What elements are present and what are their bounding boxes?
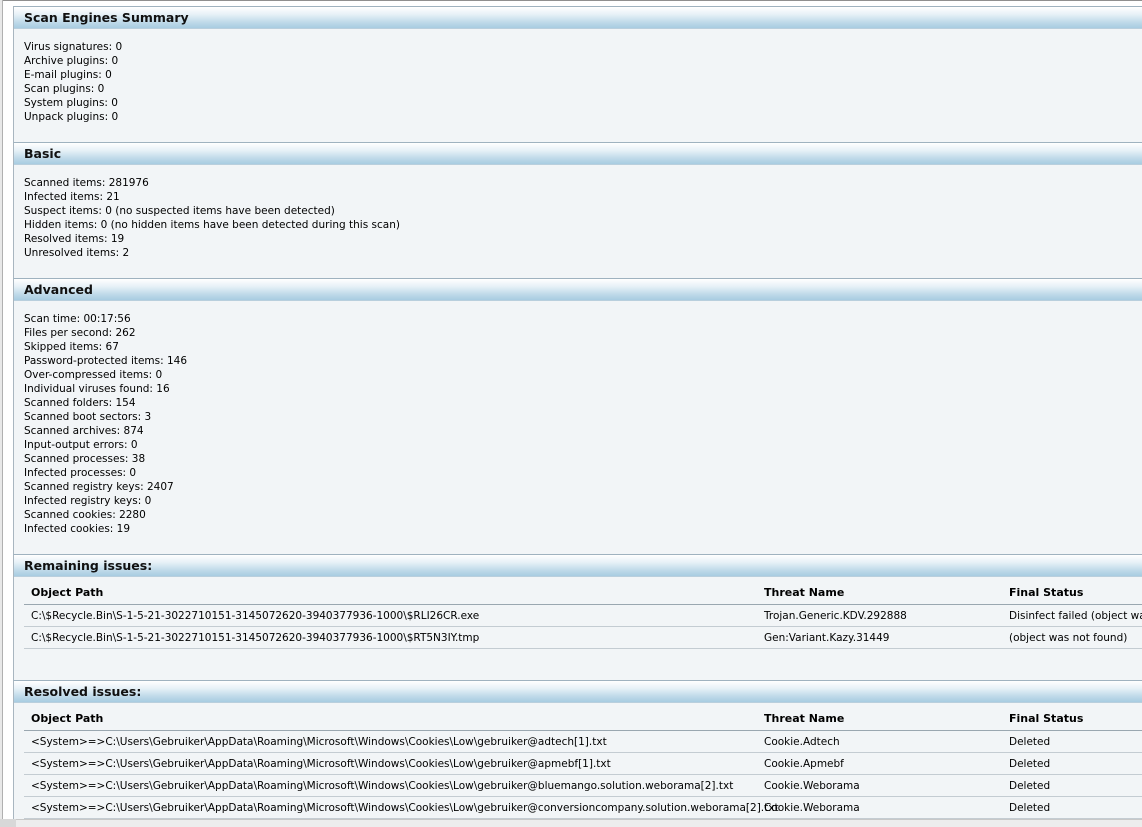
object-path-cell: <System>=>C:\Users\Gebruiker\AppData\Roa… [31,780,734,792]
section-title: Remaining issues: [24,558,153,573]
stat-line: E-mail plugins: 0 [24,69,112,81]
horizontal-scrollbar[interactable] [0,819,1142,827]
section-header: Basic [14,143,1142,165]
object-path-cell: <System>=>C:\Users\Gebruiker\AppData\Roa… [31,758,611,770]
stat-line: Infected cookies: 19 [24,523,131,535]
object-path-cell: <System>=>C:\Users\Gebruiker\AppData\Roa… [31,802,779,814]
table-row[interactable]: C:\$Recycle.Bin\S-1-5-21-3022710151-3145… [24,627,1142,649]
stat-line: Scanned processes: 38 [24,453,146,465]
stat-line: Over-compressed items: 0 [24,369,163,381]
stat-line: Scanned registry keys: 2407 [24,481,174,493]
stat-line: Infected registry keys: 0 [24,495,152,507]
scan-report-window: Scan Engines Summary Virus signatures: 0… [0,0,1142,827]
stat-line: System plugins: 0 [24,97,118,109]
stat-line: Infected items: 21 [24,191,120,203]
threat-name-cell: Gen:Variant.Kazy.31449 [764,632,890,644]
object-path-cell: C:\$Recycle.Bin\S-1-5-21-3022710151-3145… [31,610,480,622]
object-path-cell: C:\$Recycle.Bin\S-1-5-21-3022710151-3145… [31,632,480,644]
scan-engines-section: Scan Engines Summary Virus signatures: 0… [13,6,1142,143]
table-row[interactable]: <System>=>C:\Users\Gebruiker\AppData\Roa… [24,731,1142,753]
advanced-section: Advanced Scan time: 00:17:56 Files per s… [13,278,1142,555]
stat-line: Resolved items: 19 [24,233,125,245]
column-header-threat-name[interactable]: Threat Name [764,586,844,599]
stat-line: Individual viruses found: 16 [24,383,170,395]
threat-name-cell: Cookie.Weborama [764,802,860,814]
stat-line: Scanned cookies: 2280 [24,509,146,521]
final-status-cell: Deleted [1009,736,1051,748]
stat-line: Scanned boot sectors: 3 [24,411,152,423]
final-status-cell: Deleted [1009,802,1051,814]
basic-list: Scanned items: 281976 Infected items: 21… [24,176,400,260]
final-status-cell: Deleted [1009,780,1051,792]
stat-line: Scanned items: 281976 [24,177,149,189]
section-title: Advanced [24,282,93,297]
section-header: Advanced [14,279,1142,301]
top-border [0,0,1142,1]
final-status-cell: Disinfect failed (object was not found) [1009,610,1142,622]
stat-line: Suspect items: 0 (no suspected items hav… [24,205,335,217]
scan-engines-list: Virus signatures: 0 Archive plugins: 0 E… [24,40,122,124]
table-header: Object Path Threat Name Final Status [24,707,1142,731]
section-header: Resolved issues: [14,681,1142,703]
column-header-threat-name[interactable]: Threat Name [764,712,844,725]
stat-line: Archive plugins: 0 [24,55,119,67]
resolved-issues-section: Resolved issues: Object Path Threat Name… [13,680,1142,820]
stat-line: Scanned archives: 874 [24,425,144,437]
table-header: Object Path Threat Name Final Status [24,581,1142,605]
section-header: Remaining issues: [14,555,1142,577]
scrollbar-thumb[interactable] [0,819,16,827]
section-title: Resolved issues: [24,684,142,699]
remaining-issues-section: Remaining issues: Object Path Threat Nam… [13,554,1142,681]
threat-name-cell: Trojan.Generic.KDV.292888 [764,610,907,622]
table-row[interactable]: <System>=>C:\Users\Gebruiker\AppData\Roa… [24,775,1142,797]
stat-line: Password-protected items: 146 [24,355,188,367]
stat-line: Files per second: 262 [24,327,136,339]
threat-name-cell: Cookie.Apmebf [764,758,844,770]
advanced-list: Scan time: 00:17:56 Files per second: 26… [24,312,187,536]
table-row[interactable]: C:\$Recycle.Bin\S-1-5-21-3022710151-3145… [24,605,1142,627]
stat-line: Hidden items: 0 (no hidden items have be… [24,219,400,231]
stat-line: Input-output errors: 0 [24,439,138,451]
object-path-cell: <System>=>C:\Users\Gebruiker\AppData\Roa… [31,736,607,748]
section-title: Basic [24,146,62,161]
section-header: Scan Engines Summary [14,7,1142,29]
basic-section: Basic Scanned items: 281976 Infected ite… [13,142,1142,279]
final-status-cell: (object was not found) [1009,632,1128,644]
section-title: Scan Engines Summary [24,10,189,25]
stat-line: Unresolved items: 2 [24,247,130,259]
column-header-object-path[interactable]: Object Path [31,712,103,725]
table-row[interactable]: <System>=>C:\Users\Gebruiker\AppData\Roa… [24,797,1142,819]
final-status-cell: Deleted [1009,758,1051,770]
stat-line: Scanned folders: 154 [24,397,136,409]
threat-name-cell: Cookie.Adtech [764,736,840,748]
resolved-issues-table: Object Path Threat Name Final Status <Sy… [24,707,1142,819]
column-header-final-status[interactable]: Final Status [1009,586,1083,599]
table-row[interactable]: <System>=>C:\Users\Gebruiker\AppData\Roa… [24,753,1142,775]
stat-line: Infected processes: 0 [24,467,137,479]
column-header-final-status[interactable]: Final Status [1009,712,1083,725]
column-header-object-path[interactable]: Object Path [31,586,103,599]
remaining-issues-table: Object Path Threat Name Final Status C:\… [24,581,1142,649]
stat-line: Scan time: 00:17:56 [24,313,131,325]
stat-line: Skipped items: 67 [24,341,119,353]
threat-name-cell: Cookie.Weborama [764,780,860,792]
stat-line: Unpack plugins: 0 [24,111,119,123]
stat-line: Virus signatures: 0 [24,41,123,53]
left-edge [0,0,3,827]
stat-line: Scan plugins: 0 [24,83,105,95]
